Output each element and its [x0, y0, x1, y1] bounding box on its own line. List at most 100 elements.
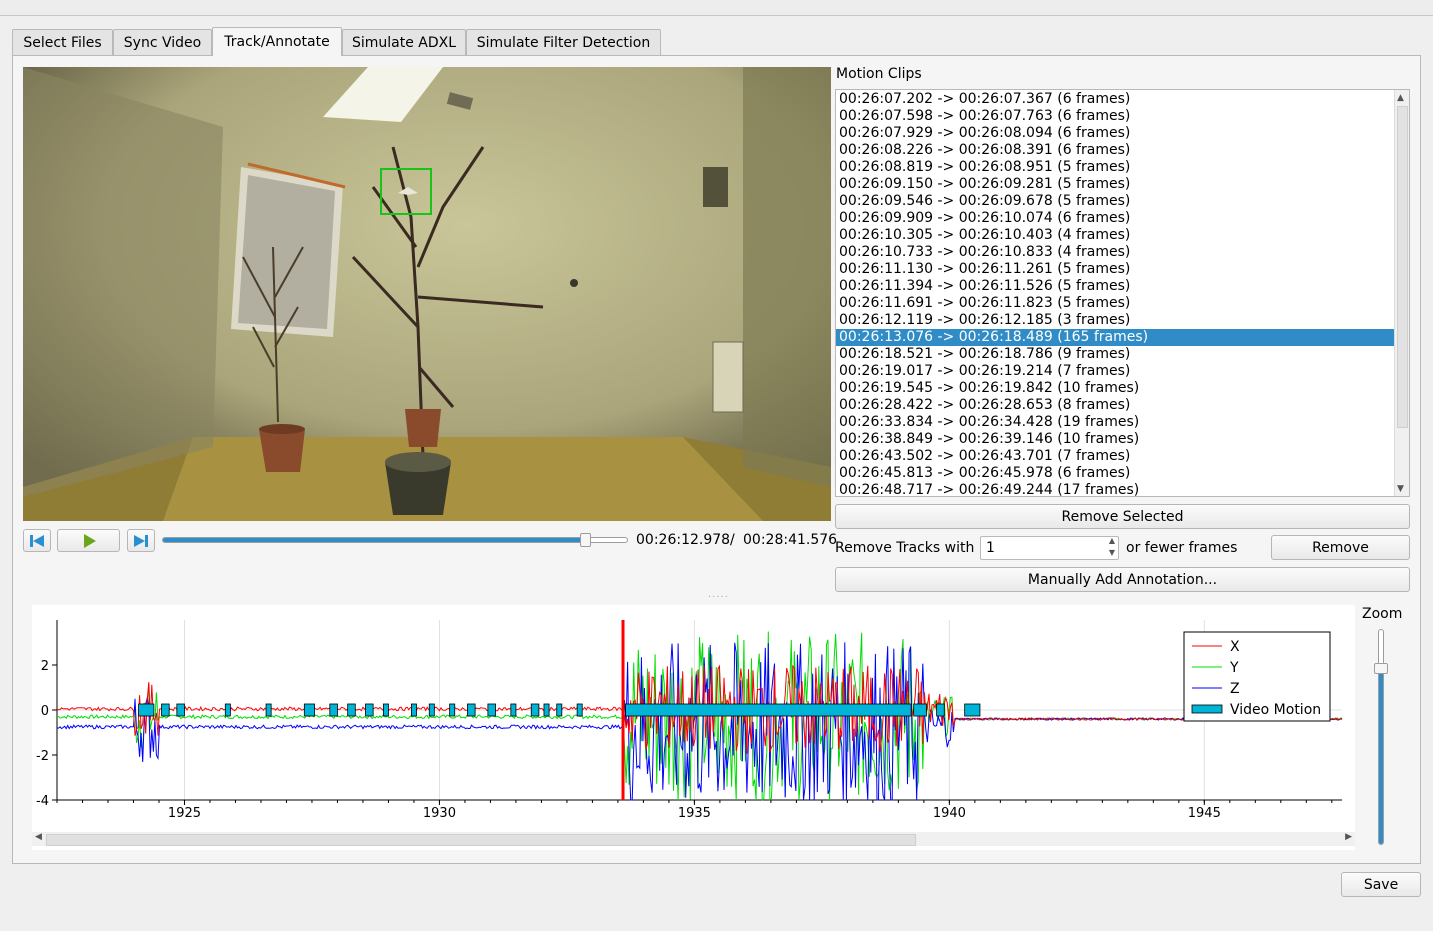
clip-list-item[interactable]: 00:26:11.691 -> 00:26:11.823 (5 frames) [836, 295, 1396, 312]
clips-scroll-thumb[interactable] [1397, 106, 1408, 428]
clip-list-item[interactable]: 00:26:10.733 -> 00:26:10.833 (4 frames) [836, 244, 1396, 261]
total-time: 00:28:41.576 [743, 532, 838, 548]
video-motion-segment [265, 703, 272, 717]
video-motion-segment [303, 703, 315, 717]
video-motion-segment [449, 703, 456, 717]
tab-select-files[interactable]: Select Files [12, 29, 113, 55]
manual-add-annotation-button[interactable]: Manually Add Annotation... [835, 567, 1410, 592]
video-motion-segment [556, 703, 563, 717]
clip-list-item[interactable]: 00:26:09.909 -> 00:26:10.074 (6 frames) [836, 210, 1396, 227]
clip-list-item[interactable]: 00:26:10.305 -> 00:26:10.403 (4 frames) [836, 227, 1396, 244]
x-tick-label: 1940 [933, 806, 966, 821]
clip-list-item[interactable]: 00:26:09.546 -> 00:26:09.678 (5 frames) [836, 193, 1396, 210]
zoom-slider-handle[interactable] [1374, 662, 1388, 674]
skip-forward-icon [134, 534, 148, 547]
sensor-plot[interactable]: 1925 1930 1935 1940 1945 2 0 -2 -4 X Y Z Video Motio… [32, 605, 1355, 850]
clip-list-item[interactable]: 00:26:13.076 -> 00:26:18.489 (165 frames… [836, 329, 1396, 346]
legend-label: Video Motion [1230, 702, 1321, 718]
motion-clips-list[interactable]: 00:26:07.202 -> 00:26:07.367 (6 frames) 0… [835, 89, 1410, 497]
clip-list-item[interactable]: 00:26:08.819 -> 00:26:08.951 (5 frames) [836, 159, 1396, 176]
zoom-slider-track[interactable] [1378, 629, 1384, 845]
clip-list-item[interactable]: 00:26:33.834 -> 00:26:34.428 (19 frames) [836, 414, 1396, 431]
video-motion-segment [138, 703, 155, 717]
skip-forward-button[interactable] [127, 529, 155, 552]
video-motion-segment [510, 703, 517, 717]
tab-track-annotate[interactable]: Track/Annotate [212, 27, 342, 56]
video-frame[interactable] [23, 67, 831, 521]
min-frames-value: 1 [986, 540, 995, 556]
video-motion-segment [576, 703, 583, 717]
scroll-up-icon[interactable]: ▲ [1397, 93, 1404, 103]
save-button[interactable]: Save [1341, 872, 1421, 897]
clip-list-item[interactable]: 00:26:08.226 -> 00:26:08.391 (6 frames) [836, 142, 1396, 159]
clip-list-item[interactable]: 00:26:38.849 -> 00:26:39.146 (10 frames) [836, 431, 1396, 448]
video-motion-segment [382, 703, 389, 717]
legend-label: X [1230, 639, 1240, 655]
clip-list-item[interactable]: 00:26:07.202 -> 00:26:07.367 (6 frames) [836, 91, 1396, 108]
tab-sync-video[interactable]: Sync Video [113, 29, 212, 55]
clip-list-item[interactable]: 00:26:09.150 -> 00:26:09.281 (5 frames) [836, 176, 1396, 193]
tab-label: Simulate Filter Detection [476, 34, 651, 51]
y-tick-label: 2 [41, 659, 49, 674]
video-motion-segment [543, 703, 550, 717]
video-motion-segment [530, 703, 540, 717]
remove-button[interactable]: Remove [1271, 535, 1410, 560]
remove-tracks-label: Remove Tracks with [835, 540, 975, 556]
clip-list-item[interactable]: 00:26:43.502 -> 00:26:43.701 (7 frames) [836, 448, 1396, 465]
tab-label: Track/Annotate [224, 34, 330, 50]
time-separator: / [730, 532, 735, 548]
remove-selected-button[interactable]: Remove Selected [835, 504, 1410, 529]
scroll-left-icon[interactable]: ◀ [35, 832, 42, 842]
video-motion-segment [913, 703, 927, 717]
y-tick-label: -4 [36, 794, 49, 809]
spin-down-icon[interactable]: ▼ [1109, 548, 1115, 557]
legend-label: Z [1230, 681, 1240, 697]
video-motion-segment [964, 703, 981, 717]
scroll-right-icon[interactable]: ▶ [1345, 832, 1352, 842]
tab-simulate-adxl[interactable]: Simulate ADXL [342, 29, 466, 55]
scroll-down-icon[interactable]: ▼ [1397, 484, 1404, 494]
video-motion-segment [347, 703, 356, 717]
clip-list-item[interactable]: 00:26:18.521 -> 00:26:18.786 (9 frames) [836, 346, 1396, 363]
min-frames-spinbox[interactable]: 1 ▲ ▼ [980, 536, 1119, 560]
clip-list-item[interactable]: 00:26:45.813 -> 00:26:45.978 (6 frames) [836, 465, 1396, 482]
play-button[interactable] [57, 529, 120, 552]
tab-label: Simulate ADXL [351, 34, 457, 51]
video-motion-segment [625, 703, 912, 717]
x-tick-label: 1935 [678, 806, 711, 821]
legend-label: Y [1229, 660, 1239, 676]
seek-slider-handle[interactable] [580, 533, 592, 547]
clips-scrollbar[interactable]: ▲ ▼ [1394, 90, 1409, 496]
splitter-handle[interactable]: ····· [708, 592, 729, 603]
y-tick-label: -2 [36, 749, 49, 764]
skip-back-icon [30, 534, 44, 547]
video-motion-segment [329, 703, 338, 717]
plot-scrollbar[interactable]: ◀ ▶ [32, 832, 1355, 846]
video-motion-segment [936, 703, 945, 717]
tab-simulate-filter-detection[interactable]: Simulate Filter Detection [466, 29, 661, 55]
clip-list-item[interactable]: 00:26:28.422 -> 00:26:28.653 (8 frames) [836, 397, 1396, 414]
video-motion-segment [161, 703, 170, 717]
x-tick-label: 1925 [168, 806, 201, 821]
clip-list-item[interactable]: 00:26:48.717 -> 00:26:49.244 (17 frames) [836, 482, 1396, 496]
plot-scroll-thumb[interactable] [46, 834, 916, 846]
clip-list-item[interactable]: 00:26:07.929 -> 00:26:08.094 (6 frames) [836, 125, 1396, 142]
x-tick-label: 1945 [1188, 806, 1221, 821]
current-time: 00:26:12.978 [636, 532, 731, 548]
clip-list-item[interactable]: 00:26:11.394 -> 00:26:11.526 (5 frames) [836, 278, 1396, 295]
spin-up-icon[interactable]: ▲ [1109, 536, 1115, 545]
video-motion-segment [467, 703, 476, 717]
skip-back-button[interactable] [23, 529, 51, 552]
clip-list-item[interactable]: 00:26:11.130 -> 00:26:11.261 (5 frames) [836, 261, 1396, 278]
video-motion-segment [224, 703, 231, 717]
tab-label: Select Files [23, 34, 102, 51]
clip-list-item[interactable]: 00:26:19.017 -> 00:26:19.214 (7 frames) [836, 363, 1396, 380]
zoom-slider-fill [1379, 668, 1383, 844]
clip-list-item[interactable]: 00:26:07.598 -> 00:26:07.763 (6 frames) [836, 108, 1396, 125]
play-icon [83, 533, 96, 548]
clip-list-item[interactable]: 00:26:19.545 -> 00:26:19.842 (10 frames) [836, 380, 1396, 397]
y-tick-label: 0 [41, 704, 49, 719]
seek-slider-track[interactable] [162, 537, 628, 543]
x-tick-label: 1930 [423, 806, 456, 821]
clip-list-item[interactable]: 00:26:12.119 -> 00:26:12.185 (3 frames) [836, 312, 1396, 329]
